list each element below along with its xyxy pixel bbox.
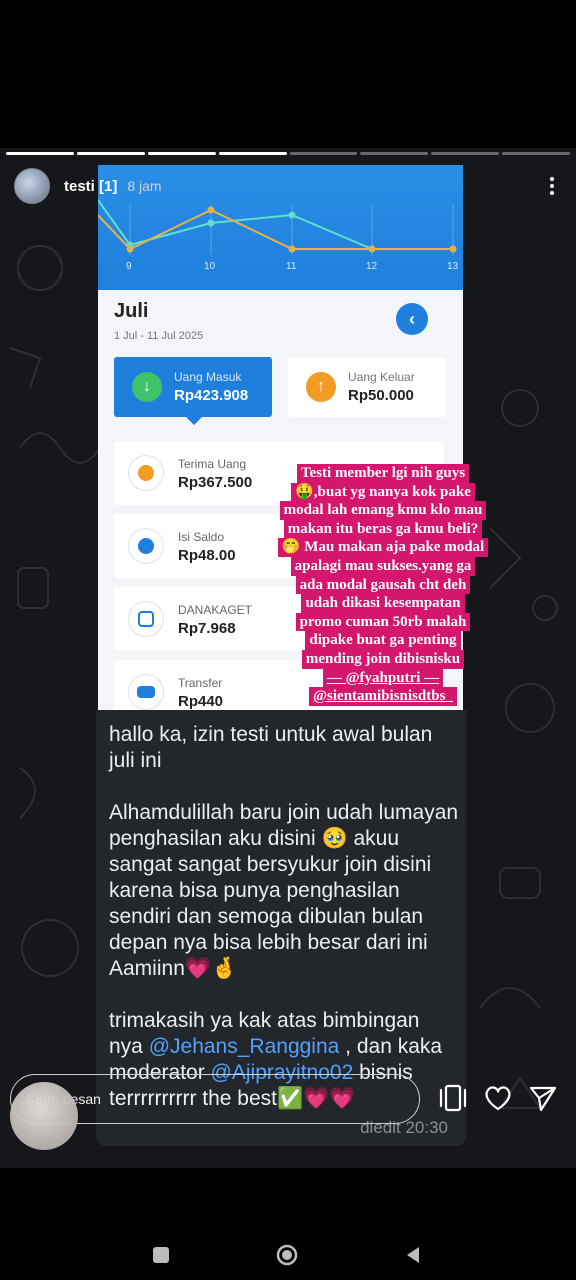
card-pointer — [186, 417, 202, 425]
caption-line: ada modal gausah cht deh — [295, 575, 471, 595]
caption-line: apalagi mau sukses.yang ga — [290, 556, 476, 576]
mention-link[interactable]: @Jehans_Ranggina — [149, 1035, 340, 1058]
progress-segment — [147, 152, 216, 155]
tick-label: 10 — [204, 261, 216, 272]
tick-label: 9 — [126, 261, 132, 272]
tick-label: 13 — [447, 261, 459, 272]
uang-masuk-label: Uang Masuk — [174, 370, 242, 384]
caption-line: 🤑,buat yg nanya kok pake — [291, 482, 475, 502]
tick-label: 12 — [366, 261, 378, 272]
sticker-avatar — [10, 1082, 78, 1150]
row-label: Terima Uang — [178, 457, 247, 471]
caption-line: 🤭 Mau makan aja pake modal — [277, 538, 489, 557]
recents-icon[interactable] — [150, 1244, 172, 1266]
username[interactable]: testi [1] — [64, 178, 117, 195]
heart-icon[interactable] — [482, 1082, 514, 1114]
mention-tag[interactable]: — @fyahputri — — [322, 668, 444, 688]
progress-segment — [76, 152, 145, 155]
system-nav-bar — [0, 1168, 576, 1280]
back-icon[interactable] — [402, 1244, 424, 1266]
caption-line: modal lah emang kmu klo mau — [279, 501, 487, 520]
date-range: 1 Jul - 11 Jul 2025 — [114, 330, 204, 342]
progress-segment — [218, 152, 287, 155]
post-time: 8 jam — [127, 178, 162, 194]
hand-money-icon — [128, 455, 164, 491]
progress-segment — [360, 152, 429, 155]
username-text: testi — [64, 177, 95, 195]
row-label: Isi Saldo — [178, 530, 225, 544]
send-icon[interactable] — [527, 1082, 559, 1114]
progress-segment — [6, 152, 74, 155]
uang-keluar-amount: Rp50.000 — [348, 387, 414, 404]
plus-circle-icon — [128, 528, 164, 564]
more-options-icon[interactable] — [542, 174, 562, 198]
username-badge: [1] — [99, 177, 118, 195]
caption-line: mending join dibisnisku — [301, 649, 465, 669]
caption-line: promo cuman 50rb malah — [295, 612, 471, 632]
arrow-down-icon: ↓ — [132, 372, 162, 402]
caption-line: udah dikasi kesempatan — [301, 594, 465, 613]
row-amount: Rp440 — [178, 693, 224, 710]
caption-line: Testi member lgi nih guys — [296, 464, 470, 483]
progress-segment — [289, 152, 358, 155]
caption-line: dipake buat ga penting — [305, 631, 461, 650]
chat-paragraph: hallo ka, izin testi untuk awal bulan ju… — [109, 723, 433, 772]
progress-segment — [502, 152, 570, 155]
avatar[interactable] — [14, 168, 50, 204]
story-header: testi [1] 8 jam — [14, 168, 562, 204]
phone-gift-icon — [128, 601, 164, 637]
progress-segment — [431, 152, 500, 155]
home-icon[interactable] — [276, 1244, 298, 1266]
uang-masuk-card[interactable]: ↓ Uang Masuk Rp423.908 — [114, 357, 272, 425]
tick-label: 11 — [286, 261, 297, 272]
row-amount: Rp48.00 — [178, 547, 236, 564]
month-title: Juli — [114, 300, 149, 322]
uang-masuk-amount: Rp423.908 — [174, 387, 249, 404]
caption-sticker: Testi member lgi nih guys 🤑,buat yg nany… — [238, 464, 528, 706]
mention-tag[interactable]: @sientamibisnisdtbs_ — [309, 687, 457, 706]
transfer-icon — [128, 674, 164, 710]
uang-keluar-label: Uang Keluar — [348, 370, 415, 384]
row-label: Transfer — [178, 676, 223, 690]
caption-line: makan itu beras ga kmu beli? — [283, 519, 483, 539]
arrow-up-icon: ↑ — [306, 372, 336, 402]
row-amount: Rp7.968 — [178, 620, 236, 637]
uang-keluar-card[interactable]: ↑ Uang Keluar Rp50.000 — [288, 357, 446, 417]
layers-icon[interactable] — [437, 1082, 469, 1114]
chevron-left-icon: ‹ — [409, 308, 415, 329]
prev-month-button[interactable]: ‹ — [396, 303, 428, 335]
chat-paragraph: Alhamdulillah baru join udah lumayan pen… — [109, 801, 459, 980]
story-progress — [6, 152, 570, 155]
